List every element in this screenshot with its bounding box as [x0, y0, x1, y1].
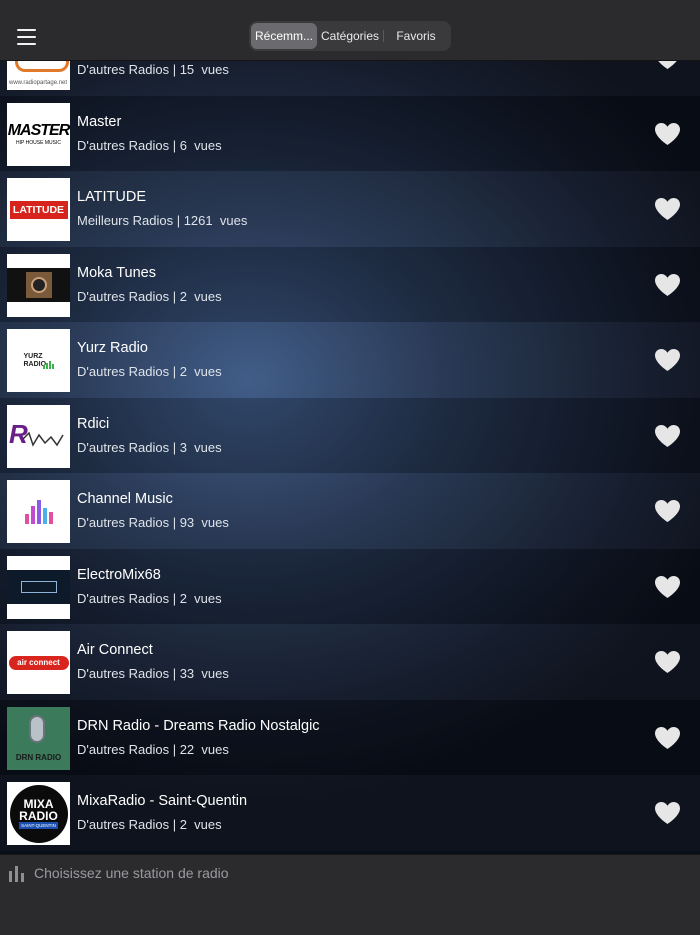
- views-suffix: vues: [194, 439, 222, 455]
- favorite-heart-icon[interactable]: [654, 348, 681, 372]
- station-name: Master: [77, 113, 122, 130]
- views-suffix: vues: [194, 590, 222, 606]
- station-row[interactable]: www.radiopartage.net D'autres Radios | 15…: [0, 60, 700, 96]
- station-name: Rdici: [77, 415, 110, 432]
- station-row[interactable]: YURZ RADIO Yurz Radio D'autres Radios | 2 …: [0, 322, 700, 398]
- segmented-control: Récemm... Catégories Favoris: [249, 21, 451, 51]
- station-row[interactable]: Moka Tunes D'autres Radios | 2 vues: [0, 246, 700, 322]
- station-meta: Meilleurs Radios | 1261 vues: [77, 213, 248, 228]
- favorite-heart-icon[interactable]: [654, 650, 681, 674]
- station-meta: D'autres Radios | 2 vues: [77, 288, 222, 304]
- hamburger-menu-icon[interactable]: [17, 29, 36, 45]
- station-views: 33: [179, 666, 195, 681]
- station-category: D'autres Radios: [77, 590, 170, 606]
- navigation-bar: Récemm... Catégories Favoris: [0, 0, 700, 61]
- station-row[interactable]: LATITUDE LATITUDE Meilleurs Radios | 1261 …: [0, 171, 700, 247]
- station-views: 1261: [183, 213, 213, 228]
- radiopartage-logo: www.radiopartage.net: [7, 60, 70, 90]
- favorite-heart-icon[interactable]: [654, 575, 681, 599]
- station-meta: D'autres Radios | 3 vues: [77, 439, 222, 455]
- station-views: 22: [179, 741, 195, 757]
- views-suffix: vues: [201, 515, 229, 530]
- favorite-heart-icon[interactable]: [654, 726, 681, 750]
- station-name: Moka Tunes: [77, 264, 156, 281]
- views-suffix: vues: [201, 741, 229, 757]
- station-views: 2: [179, 817, 187, 832]
- station-category: D'autres Radios: [77, 288, 170, 304]
- views-suffix: vues: [194, 137, 222, 153]
- station-views: 93: [179, 515, 195, 530]
- favorite-heart-icon[interactable]: [654, 60, 681, 70]
- views-suffix: vues: [219, 213, 248, 228]
- views-suffix: vues: [194, 817, 222, 832]
- station-row[interactable]: MIXA RADIO SAINT-QUENTIN MixaRadio - Saint-…: [0, 775, 700, 851]
- station-category: D'autres Radios: [77, 137, 170, 153]
- station-views: 2: [179, 288, 187, 304]
- channel-music-logo: [7, 480, 70, 543]
- favorite-heart-icon[interactable]: [654, 273, 681, 297]
- latitude-logo: LATITUDE: [7, 178, 70, 241]
- views-suffix: vues: [201, 666, 229, 681]
- station-name: DRN Radio - Dreams Radio Nostalgic: [77, 717, 320, 734]
- station-category: D'autres Radios: [77, 364, 170, 379]
- station-category: D'autres Radios: [77, 741, 170, 757]
- station-category: D'autres Radios: [77, 515, 170, 530]
- player-prompt: Choisissez une station de radio: [34, 865, 229, 881]
- station-row[interactable]: DRN RADIO DRN Radio - Dreams Radio Nostal…: [0, 699, 700, 775]
- favorite-heart-icon[interactable]: [654, 499, 681, 523]
- electromix68-logo: [7, 555, 70, 619]
- logo-text: www.radiopartage.net: [9, 80, 68, 86]
- station-category: D'autres Radios: [77, 666, 170, 681]
- equalizer-icon: [9, 866, 26, 882]
- station-row[interactable]: air connect Air Connect D'autres Radios | …: [0, 624, 700, 700]
- favorite-heart-icon[interactable]: [654, 424, 681, 448]
- station-meta: D'autres Radios | 2 vues: [77, 590, 222, 606]
- station-name: LATITUDE: [77, 189, 147, 205]
- station-views: 3: [179, 439, 187, 455]
- drn-radio-logo: DRN RADIO: [7, 706, 70, 770]
- favorite-heart-icon[interactable]: [654, 197, 681, 221]
- station-row[interactable]: Channel Music D'autres Radios | 93 vues: [0, 473, 700, 549]
- station-row[interactable]: ElectroMix68 D'autres Radios | 2 vues: [0, 548, 700, 624]
- station-meta: D'autres Radios | 2 vues: [77, 364, 222, 379]
- views-suffix: vues: [194, 364, 222, 379]
- station-name: Air Connect: [77, 642, 153, 658]
- station-name: Channel Music: [77, 491, 173, 507]
- master-logo: MASTER HIP HOUSE MUSIC: [7, 102, 70, 166]
- views-suffix: vues: [201, 62, 229, 77]
- station-meta: D'autres Radios | 6 vues: [77, 137, 222, 153]
- moka-tunes-logo: [7, 253, 70, 317]
- station-row[interactable]: MASTER HIP HOUSE MUSIC Master D'autres Radi…: [0, 95, 700, 171]
- tab-recent[interactable]: Récemm...: [251, 23, 317, 49]
- station-meta: D'autres Radios | 93 vues: [77, 515, 229, 530]
- station-views: 6: [179, 137, 187, 153]
- station-views: 15: [179, 62, 195, 77]
- views-suffix: vues: [194, 288, 222, 304]
- station-category: D'autres Radios: [77, 62, 170, 77]
- station-list[interactable]: www.radiopartage.net D'autres Radios | 15…: [0, 60, 700, 854]
- mixaradio-logo: MIXA RADIO SAINT-QUENTIN: [7, 782, 70, 845]
- station-name: ElectroMix68: [77, 566, 161, 583]
- station-name: MixaRadio - Saint-Quentin: [77, 793, 248, 809]
- station-category: D'autres Radios: [77, 817, 170, 832]
- station-name: Yurz Radio: [77, 340, 148, 356]
- favorite-heart-icon[interactable]: [654, 801, 681, 825]
- station-list-content: www.radiopartage.net D'autres Radios | 15…: [0, 60, 700, 851]
- yurz-radio-logo: YURZ RADIO: [7, 329, 70, 392]
- station-category: Meilleurs Radios: [77, 213, 174, 228]
- station-meta: D'autres Radios | 22 vues: [77, 741, 229, 757]
- station-meta: D'autres Radios | 2 vues: [77, 817, 222, 832]
- station-row[interactable]: R Rdici D'autres Radios | 3 vues: [0, 397, 700, 473]
- tab-categories[interactable]: Catégories: [317, 23, 383, 49]
- tab-favorites[interactable]: Favoris: [383, 23, 449, 49]
- station-views: 2: [179, 590, 187, 606]
- air-connect-logo: air connect: [7, 631, 70, 694]
- station-meta: D'autres Radios | 33 vues: [77, 666, 229, 681]
- station-category: D'autres Radios: [77, 439, 170, 455]
- station-meta: D'autres Radios | 15 vues: [77, 62, 229, 77]
- station-views: 2: [179, 364, 187, 379]
- favorite-heart-icon[interactable]: [654, 122, 681, 146]
- rdici-logo: R: [7, 404, 70, 468]
